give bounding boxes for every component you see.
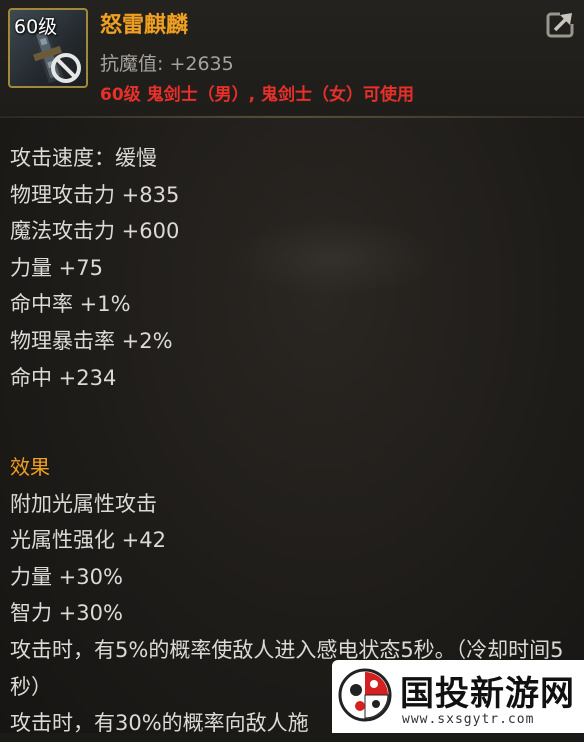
stat-magic-attack: 魔法攻击力 +600 [10, 219, 180, 244]
share-button[interactable] [546, 10, 578, 40]
effects-title: 效果 [10, 455, 50, 479]
magic-resist-value: +2635 [169, 53, 234, 75]
effect-intelligence-pct: 智力 +30% [10, 601, 123, 626]
ladybug-logo-icon [338, 668, 392, 722]
class-requirement: 60级 鬼剑士（男）, 鬼剑士（女）可使用 [100, 85, 414, 105]
site-watermark: 国投新游网 www.sxsgytr.com [332, 660, 584, 733]
item-level-badge: 60级 [14, 16, 58, 38]
share-arrow-icon [546, 10, 578, 38]
item-icon[interactable]: 60级 [8, 8, 88, 88]
magic-resist-line: 抗魔值: +2635 [100, 49, 234, 76]
effect-strength-pct: 力量 +30% [10, 564, 123, 589]
stat-attack-speed: 攻击速度：缓慢 [10, 146, 157, 170]
watermark-name: 国投新游网 [400, 674, 575, 714]
item-name: 怒雷麒麟 [100, 13, 189, 38]
effect-light-attack: 附加光属性攻击 [10, 491, 157, 516]
effect-light-enhance: 光属性强化 +42 [10, 528, 166, 553]
stat-physical-crit: 物理暴击率 +2% [10, 328, 173, 353]
watermark-url: www.sxsgytr.com [402, 712, 535, 727]
magic-resist-label: 抗魔值: [100, 53, 164, 75]
stat-hit-rate: 命中率 +1% [10, 292, 131, 317]
stats-list: 攻击速度：缓慢 物理攻击力 +835 魔法攻击力 +600 力量 +75 命中率… [10, 140, 179, 396]
stat-hit: 命中 +234 [10, 365, 117, 390]
stat-physical-attack: 物理攻击力 +835 [10, 182, 180, 207]
stat-strength: 力量 +75 [10, 255, 103, 280]
item-tooltip-panel: 60级 怒雷麒麟 抗魔值: +2635 60级 鬼剑士（男）, 鬼剑士（女）可使… [0, 0, 584, 735]
header-divider [0, 116, 584, 118]
faded-background-emblem [230, 218, 440, 298]
